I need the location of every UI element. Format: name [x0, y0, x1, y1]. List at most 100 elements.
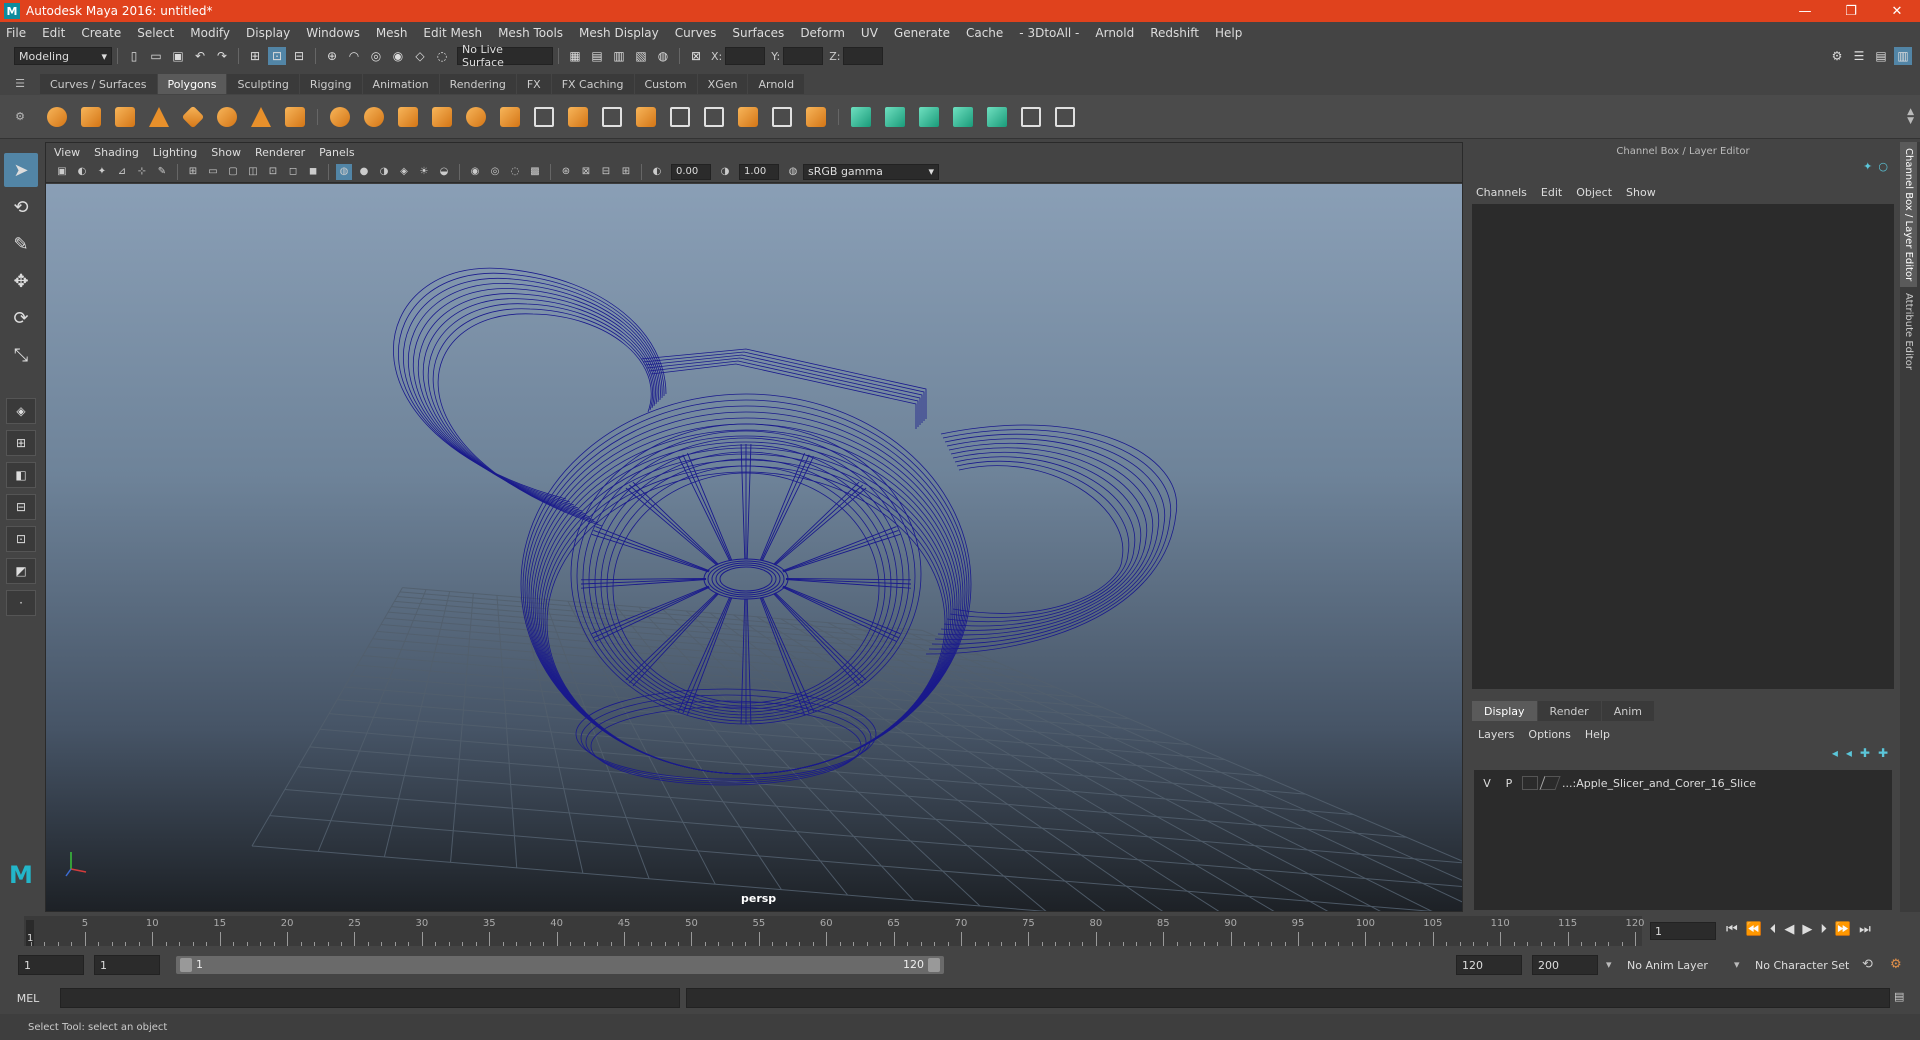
tool-settings-toggle-icon[interactable]: ▤	[1872, 47, 1890, 65]
layer-menu-options[interactable]: Options	[1528, 728, 1570, 741]
channel-box-options-icon[interactable]: ✦	[1863, 160, 1872, 182]
snap-point-icon[interactable]: ◎	[367, 47, 385, 65]
single-perspective-layout-icon[interactable]: ◈	[6, 398, 36, 424]
sew-uv-icon[interactable]	[1051, 103, 1079, 131]
live-surface-field[interactable]: No Live Surface	[457, 43, 553, 69]
attribute-editor-toggle-icon[interactable]: ☰	[1850, 47, 1868, 65]
offset-edge-loop-icon[interactable]	[700, 103, 728, 131]
tab-rendering[interactable]: Rendering	[439, 74, 516, 94]
ipr-render-icon[interactable]: ▥	[610, 47, 628, 65]
persp-outliner-layout-icon[interactable]: ◧	[6, 462, 36, 488]
uv-editor-icon[interactable]	[1017, 103, 1045, 131]
range-end-handle[interactable]	[928, 958, 940, 972]
side-tab-channel-box[interactable]: Channel Box / Layer Editor	[1900, 142, 1917, 288]
persp-graph-layout-icon[interactable]: ⊟	[6, 494, 36, 520]
poly-torus-icon[interactable]	[213, 103, 241, 131]
tab-sculpting[interactable]: Sculpting	[227, 74, 299, 94]
bookmark-icon[interactable]: ✦	[94, 164, 110, 180]
select-camera-icon[interactable]: ▣	[54, 164, 70, 180]
scale-tool-icon[interactable]: ⤡	[4, 338, 38, 372]
poly-cylinder-icon[interactable]	[111, 103, 139, 131]
layer-name[interactable]: ...:Apple_Slicer_and_Corer_16_Slice	[1562, 777, 1756, 790]
step-back-key-icon[interactable]: ⏪	[1746, 922, 1762, 937]
select-component-icon[interactable]: ⊟	[290, 47, 308, 65]
tab-display[interactable]: Display	[1472, 701, 1537, 721]
menu-windows[interactable]: Windows	[306, 26, 360, 40]
menu-3dtoall[interactable]: - 3DtoAll -	[1019, 26, 1079, 40]
bevel-icon[interactable]	[632, 103, 660, 131]
xray-joints-icon[interactable]: ⊟	[598, 164, 614, 180]
film-gate-icon[interactable]: ▭	[205, 164, 221, 180]
menu-mesh-tools[interactable]: Mesh Tools	[498, 26, 563, 40]
menu-curves[interactable]: Curves	[675, 26, 717, 40]
menu-redshift[interactable]: Redshift	[1150, 26, 1199, 40]
tab-fx-caching[interactable]: FX Caching	[551, 74, 634, 94]
menu-display[interactable]: Display	[246, 26, 290, 40]
xray-icon[interactable]: ⊠	[578, 164, 594, 180]
save-scene-icon[interactable]: ▣	[169, 47, 187, 65]
select-tool-icon[interactable]: ➤	[4, 153, 38, 187]
snap-grid-icon[interactable]: ⊕	[323, 47, 341, 65]
poly-plane-icon[interactable]	[179, 103, 207, 131]
snap-curve-icon[interactable]: ◠	[345, 47, 363, 65]
tab-custom[interactable]: Custom	[634, 74, 697, 94]
layer-row[interactable]: V P ...:Apple_Slicer_and_Corer_16_Slice	[1478, 774, 1756, 792]
play-forwards-icon[interactable]: ▶	[1802, 922, 1812, 937]
merge-icon[interactable]	[768, 103, 796, 131]
cb-menu-show[interactable]: Show	[1626, 186, 1656, 199]
wireframe-toggle-icon[interactable]: ◍	[336, 163, 352, 180]
anim-layer-dropdown[interactable]: No Anim Layer	[1622, 955, 1742, 975]
viewport-menu-renderer[interactable]: Renderer	[255, 146, 305, 159]
channel-box-toggle-icon[interactable]: ▥	[1894, 47, 1912, 65]
append-polygon-icon[interactable]	[734, 103, 762, 131]
poly-cube-icon[interactable]	[77, 103, 105, 131]
transform-mode-icon[interactable]: ⊠	[687, 47, 705, 65]
gamma-field[interactable]: 1.00	[739, 163, 779, 180]
tab-polygons[interactable]: Polygons	[157, 74, 227, 94]
y-coord-field[interactable]	[783, 47, 824, 65]
current-time-marker[interactable]: 1	[26, 920, 34, 946]
step-forward-key-icon[interactable]: ⏩	[1835, 922, 1851, 937]
screen-space-ao-icon[interactable]: ◉	[467, 164, 483, 180]
cylindrical-mapping-icon[interactable]	[881, 103, 909, 131]
cb-menu-channels[interactable]: Channels	[1476, 186, 1527, 199]
menu-file[interactable]: File	[6, 26, 26, 40]
image-plane-icon[interactable]: ⊿	[114, 164, 130, 180]
current-frame-field[interactable]: 1	[1650, 922, 1716, 940]
layer-menu-help[interactable]: Help	[1585, 728, 1610, 741]
tab-curves-surfaces[interactable]: Curves / Surfaces	[40, 74, 157, 94]
layer-visibility-toggle[interactable]: V	[1478, 775, 1496, 791]
poly-disc-icon[interactable]	[360, 103, 388, 131]
menu-help[interactable]: Help	[1215, 26, 1242, 40]
field-chart-icon[interactable]: ⊡	[265, 164, 281, 180]
multisample-aa-icon[interactable]: ◌	[507, 164, 523, 180]
cb-menu-object[interactable]: Object	[1576, 186, 1612, 199]
move-layer-up-icon[interactable]: ◂	[1832, 746, 1838, 760]
depth-of-field-icon[interactable]: ▩	[527, 164, 543, 180]
tab-fx[interactable]: FX	[516, 74, 551, 94]
grease-pencil-icon[interactable]: ✎	[154, 164, 170, 180]
four-view-layout-icon[interactable]: ⊞	[6, 430, 36, 456]
menu-modify[interactable]: Modify	[190, 26, 230, 40]
menu-deform[interactable]: Deform	[800, 26, 845, 40]
shelf-gear-icon[interactable]: ⚙	[15, 110, 25, 123]
unfold-icon[interactable]	[983, 103, 1011, 131]
viewport-menu-lighting[interactable]: Lighting	[153, 146, 197, 159]
hypershade-icon[interactable]: ◍	[654, 47, 672, 65]
grid-toggle-icon[interactable]: ⊞	[185, 164, 201, 180]
go-to-start-icon[interactable]: ⏮	[1726, 922, 1738, 937]
lasso-tool-icon[interactable]: ⟲	[4, 190, 38, 224]
restore-button[interactable]: ❐	[1828, 0, 1874, 22]
snap-surface-icon[interactable]: ◇	[411, 47, 429, 65]
apple-slicer-wireframe[interactable]	[393, 267, 1178, 786]
command-input[interactable]	[60, 988, 680, 1008]
bridge-icon[interactable]	[598, 103, 626, 131]
new-scene-icon[interactable]: ▯	[125, 47, 143, 65]
go-to-end-icon[interactable]: ⏭	[1859, 922, 1871, 937]
step-back-frame-icon[interactable]: ⏴	[1770, 922, 1777, 937]
x-coord-field[interactable]	[725, 47, 766, 65]
exposure-icon[interactable]: ◐	[649, 164, 665, 180]
z-coord-field[interactable]	[843, 47, 884, 65]
time-slider-track[interactable]: 1 5 10 15 20 25 30 35 40 45 50 55 60 65 70 75 80 85 90 95 1…	[24, 916, 1645, 946]
menu-mesh-display[interactable]: Mesh Display	[579, 26, 659, 40]
